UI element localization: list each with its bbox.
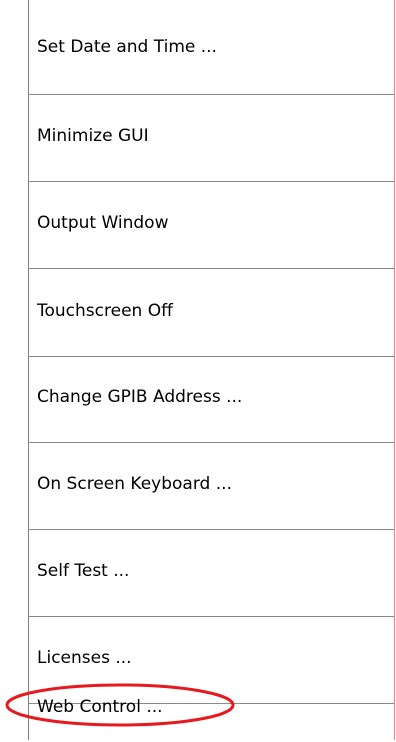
- menu-item-label: Self Test ...: [37, 561, 130, 581]
- menu-item-label: Web Control ...: [37, 697, 163, 717]
- menu-item-change-gpib-address[interactable]: Change GPIB Address ...: [29, 356, 395, 443]
- menu-item-set-date-and-time[interactable]: Set Date and Time ...: [29, 0, 395, 95]
- menu-item-label: Minimize GUI: [37, 126, 149, 146]
- menu-panel: Set Date and Time ... Minimize GUI Outpu…: [28, 0, 395, 742]
- menu-item-minimize-gui[interactable]: Minimize GUI: [29, 95, 395, 182]
- menu-item-label: Change GPIB Address ...: [37, 387, 243, 407]
- menu-item-label: Touchscreen Off: [37, 301, 173, 321]
- right-edge-line: [394, 0, 395, 740]
- menu-item-on-screen-keyboard[interactable]: On Screen Keyboard ...: [29, 443, 395, 530]
- menu-item-label: Output Window: [37, 213, 169, 233]
- menu-item-label: On Screen Keyboard ...: [37, 474, 232, 494]
- menu-item-web-control[interactable]: Web Control ...: [29, 682, 395, 742]
- menu-item-label: Set Date and Time ...: [37, 37, 217, 57]
- menu-item-self-test[interactable]: Self Test ...: [29, 530, 395, 617]
- menu-item-output-window[interactable]: Output Window: [29, 182, 395, 269]
- menu-item-label: Licenses ...: [37, 648, 132, 668]
- menu-item-touchscreen-off[interactable]: Touchscreen Off: [29, 270, 395, 357]
